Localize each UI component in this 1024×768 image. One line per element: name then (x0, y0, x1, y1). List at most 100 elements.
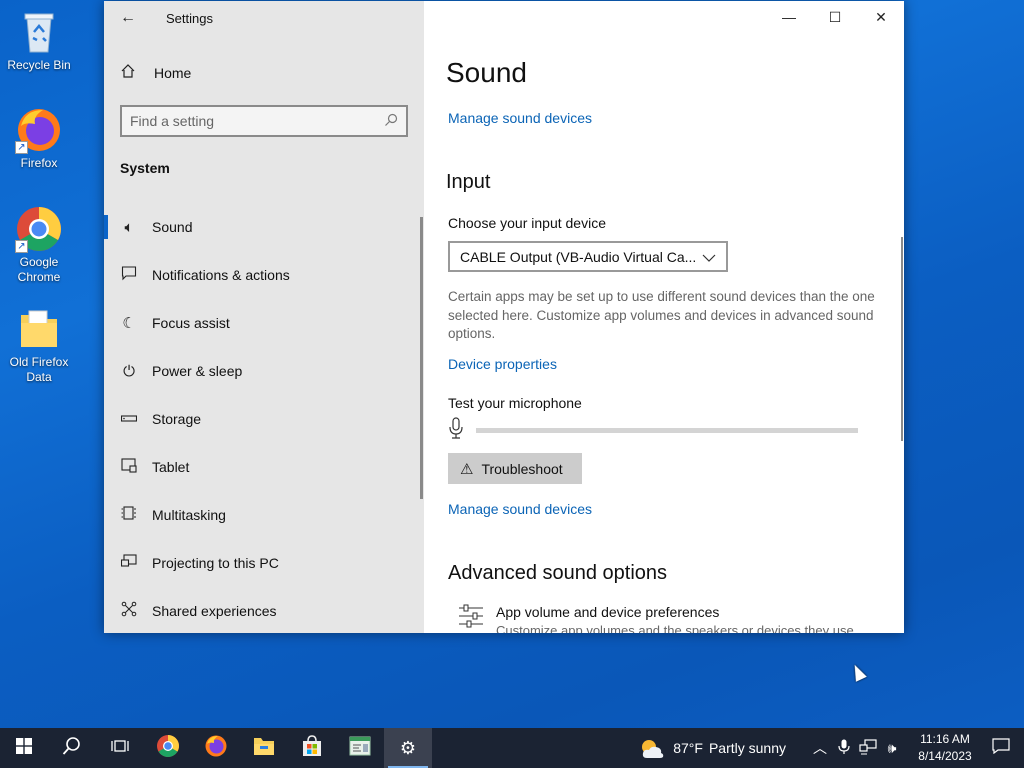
input-heading: Input (446, 171, 491, 193)
home-icon (120, 63, 138, 83)
taskbar-chrome[interactable] (144, 728, 192, 768)
taskbar-store[interactable] (288, 728, 336, 768)
storage-icon (120, 411, 138, 428)
troubleshoot-button[interactable]: ⚠ Troubleshoot (448, 453, 582, 484)
sidebar-scrollbar[interactable] (420, 217, 423, 499)
chevron-up-icon: ︿ (813, 740, 827, 756)
tablet-icon (120, 457, 138, 477)
microphone-icon (448, 416, 464, 444)
sidebar-item-label: Projecting to this PC (152, 555, 279, 571)
desktop-icon-label: Google Chrome (17, 255, 61, 284)
clock-date: 8/14/2023 (918, 749, 972, 763)
network-button[interactable] (856, 738, 880, 758)
home-label: Home (154, 65, 192, 81)
main-content: Sound Manage sound devices Input Choose … (424, 1, 904, 633)
task-view-button[interactable] (96, 728, 144, 768)
desktop-icon-label: Firefox (20, 156, 58, 170)
search-icon (384, 113, 398, 130)
sidebar-item-label: Multitasking (152, 507, 226, 523)
desktop-icon-recycle-bin[interactable]: Recycle Bin (1, 8, 77, 73)
sidebar-item-storage[interactable]: Storage (104, 395, 424, 443)
action-center-button[interactable] (978, 737, 1024, 759)
manage-sound-devices-link-top[interactable]: Manage sound devices (448, 110, 592, 126)
clock[interactable]: 11:16 AM 8/14/2023 (912, 731, 978, 765)
folder-icon (253, 736, 275, 761)
windows-logo-icon (16, 737, 32, 759)
taskbar-file-explorer[interactable] (240, 728, 288, 768)
desktop-icon-label: Recycle Bin (7, 58, 71, 72)
input-device-dropdown[interactable]: CABLE Output (VB-Audio Virtual Ca... (448, 241, 728, 272)
chevron-down-icon (702, 249, 716, 265)
sidebar-item-label: Shared experiences (152, 603, 277, 619)
device-properties-link[interactable]: Device properties (448, 356, 557, 372)
speaker-icon: 🔈︎ (124, 218, 134, 236)
desktop-icon-old-firefox-data[interactable]: Old Firefox Data (1, 305, 77, 385)
desktop-icon-chrome[interactable]: ↗ Google Chrome (1, 205, 77, 285)
notification-icon (992, 737, 1010, 758)
desktop-icon-firefox[interactable]: ↗ Firefox (1, 106, 77, 171)
moon-icon: ☾ (122, 315, 136, 332)
folder-icon (15, 305, 63, 353)
content-scrollbar[interactable] (901, 237, 903, 441)
window-app-icon (349, 736, 371, 761)
store-icon (301, 734, 323, 762)
warning-icon: ⚠ (460, 460, 474, 478)
firefox-icon (204, 734, 228, 763)
input-description: Certain apps may be set up to use differ… (448, 289, 875, 341)
back-button[interactable]: ← (112, 6, 144, 30)
settings-window: ← Settings Home Find a setting System 🔈︎… (104, 1, 904, 633)
firefox-icon: ↗ (15, 106, 63, 154)
search-icon (62, 736, 82, 761)
manage-sound-devices-link-bottom[interactable]: Manage sound devices (448, 501, 592, 517)
search-button[interactable] (48, 728, 96, 768)
sidebar-item-tablet[interactable]: Tablet (104, 443, 424, 491)
app-volume-preferences-item[interactable]: App volume and device preferences Custom… (458, 604, 857, 633)
sidebar-item-label: Notifications & actions (152, 267, 290, 283)
sidebar-item-sound[interactable]: 🔈︎ Sound (104, 203, 424, 251)
home-nav-item[interactable]: Home (120, 63, 191, 83)
sidebar-item-multitasking[interactable]: Multitasking (104, 491, 424, 539)
taskbar-app[interactable] (336, 728, 384, 768)
gear-icon: ⚙ (399, 737, 417, 758)
shared-icon (120, 601, 138, 621)
weather-widget[interactable]: 87°F Partly sunny (639, 738, 786, 758)
input-device-value: CABLE Output (VB-Audio Virtual Ca... (460, 248, 697, 265)
taskbar-settings[interactable]: ⚙ (384, 728, 432, 768)
volume-button[interactable]: 🕪︎ (880, 740, 904, 757)
search-input[interactable]: Find a setting (120, 105, 408, 137)
taskbar: ⚙ 87°F Partly sunny ︿ 🕪︎ 11:16 AM 8/14/2… (0, 728, 1024, 768)
taskbar-firefox[interactable] (192, 728, 240, 768)
sidebar-item-projecting[interactable]: Projecting to this PC (104, 539, 424, 587)
sidebar: ← Settings Home Find a setting System 🔈︎… (104, 1, 424, 633)
desktop-icon-label: Old Firefox Data (9, 355, 69, 384)
choose-input-label: Choose your input device (448, 215, 606, 231)
sidebar-item-notifications[interactable]: Notifications & actions (104, 251, 424, 299)
notification-icon (120, 265, 138, 285)
start-button[interactable] (0, 728, 48, 768)
weather-temperature: 87°F (673, 740, 703, 756)
show-hidden-icons-button[interactable]: ︿ (808, 738, 832, 758)
microphone-level-bar (476, 427, 858, 433)
search-placeholder: Find a setting (130, 113, 215, 129)
sidebar-item-power-sleep[interactable]: ⏻ Power & sleep (104, 347, 424, 395)
app-volume-title: App volume and device preferences (496, 604, 720, 620)
sidebar-item-label: Focus assist (152, 315, 230, 331)
projecting-icon (120, 553, 138, 573)
microphone-icon (838, 739, 850, 758)
chrome-icon (156, 734, 180, 763)
clock-time: 11:16 AM (920, 732, 970, 746)
multitasking-icon (120, 505, 138, 525)
weather-description: Partly sunny (708, 740, 786, 756)
section-label-system: System (120, 160, 170, 176)
sidebar-item-focus-assist[interactable]: ☾ Focus assist (104, 299, 424, 347)
chrome-icon: ↗ (15, 205, 63, 253)
network-icon (859, 738, 877, 758)
mouse-cursor (849, 662, 867, 682)
power-icon: ⏻ (123, 362, 135, 380)
sidebar-item-label: Sound (152, 219, 193, 235)
app-volume-subtitle: Customize app volumes and the speakers o… (496, 623, 858, 633)
sidebar-item-shared-experiences[interactable]: Shared experiences (104, 587, 424, 633)
system-tray: 87°F Partly sunny ︿ 🕪︎ 11:16 AM 8/14/202… (639, 728, 1024, 768)
microphone-tray-button[interactable] (832, 739, 856, 758)
window-title: Settings (166, 11, 213, 26)
